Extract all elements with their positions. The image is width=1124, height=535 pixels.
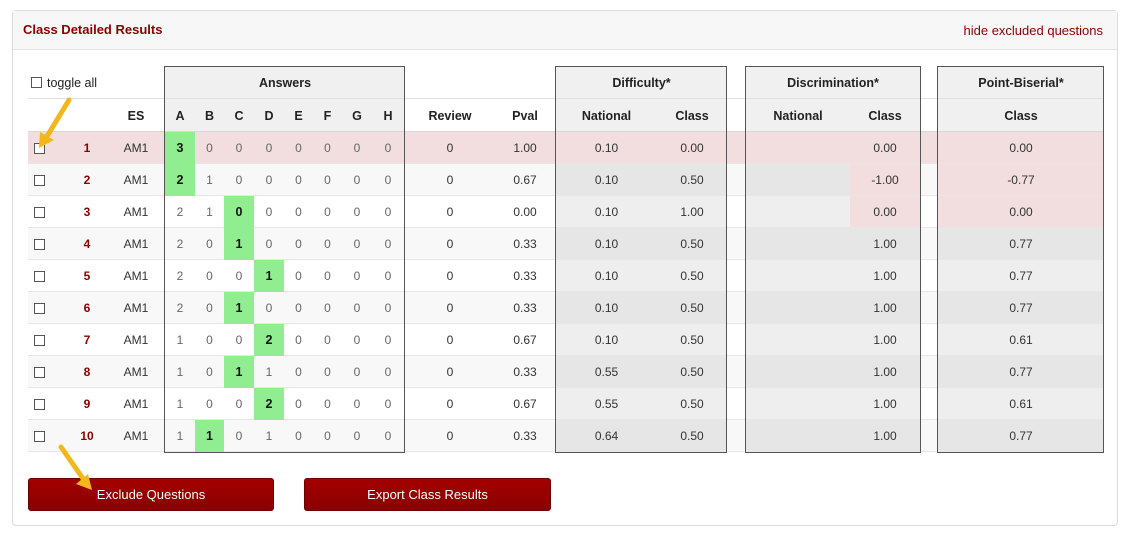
panel-title: Class Detailed Results (23, 22, 163, 37)
es-value: AM1 (123, 237, 149, 251)
pval-value: 0.00 (513, 205, 537, 219)
col-header-pval: Pval (512, 108, 538, 123)
review-value: 0 (446, 429, 454, 443)
review-value: 0 (446, 237, 454, 251)
es-value: AM1 (123, 269, 149, 283)
row-checkbox[interactable] (34, 271, 45, 282)
col-header-review: Review (428, 108, 472, 123)
row-checkbox[interactable] (34, 335, 45, 346)
es-value: AM1 (123, 397, 149, 411)
question-number: 4 (83, 237, 91, 251)
row-checkbox[interactable] (34, 303, 45, 314)
es-value: AM1 (123, 301, 149, 315)
review-value: 0 (446, 173, 454, 187)
question-number: 6 (83, 301, 91, 315)
row-checkbox[interactable] (34, 207, 45, 218)
arrow-pointer-icon (39, 97, 72, 148)
toggle-all-label: toggle all (47, 76, 98, 90)
pval-value: 0.33 (513, 365, 537, 379)
arrow-pointer-icon (58, 444, 92, 490)
group-outline (937, 66, 1104, 453)
panel-header: Class Detailed Results hide excluded que… (13, 11, 1117, 50)
group-outline (164, 66, 405, 453)
review-value: 0 (446, 269, 454, 283)
review-value: 0 (446, 397, 454, 411)
pval-value: 0.33 (513, 301, 537, 315)
review-value: 0 (446, 365, 454, 379)
question-number: 7 (83, 333, 91, 347)
es-value: AM1 (123, 141, 149, 155)
question-number: 5 (83, 269, 91, 283)
review-value: 0 (446, 301, 454, 315)
group-outline (555, 66, 727, 453)
hide-excluded-questions-link[interactable]: hide excluded questions (964, 23, 1104, 38)
toggle-all-checkbox[interactable] (31, 77, 42, 88)
es-value: AM1 (123, 365, 149, 379)
pval-value: 0.33 (513, 237, 537, 251)
question-number: 8 (83, 365, 91, 379)
row-checkbox[interactable] (34, 175, 45, 186)
review-value: 0 (446, 141, 454, 155)
group-outline (745, 66, 921, 453)
row-checkbox[interactable] (34, 367, 45, 378)
row-checkbox[interactable] (34, 399, 45, 410)
pval-value: 0.33 (513, 269, 537, 283)
row-checkbox[interactable] (34, 239, 45, 250)
question-number: 3 (83, 205, 91, 219)
es-value: AM1 (123, 205, 149, 219)
es-value: AM1 (123, 173, 149, 187)
row-checkbox[interactable] (34, 431, 45, 442)
pval-value: 0.67 (513, 397, 537, 411)
question-number: 9 (83, 397, 91, 411)
es-value: AM1 (123, 429, 149, 443)
review-value: 0 (446, 205, 454, 219)
pval-value: 1.00 (513, 141, 537, 155)
pval-value: 0.67 (513, 333, 537, 347)
es-value: AM1 (123, 333, 149, 347)
col-header-es: ES (127, 108, 145, 123)
export-class-results-button[interactable]: Export Class Results (304, 478, 551, 511)
pval-value: 0.67 (513, 173, 537, 187)
question-number: 2 (83, 173, 91, 187)
pval-value: 0.33 (513, 429, 537, 443)
review-value: 0 (446, 333, 454, 347)
